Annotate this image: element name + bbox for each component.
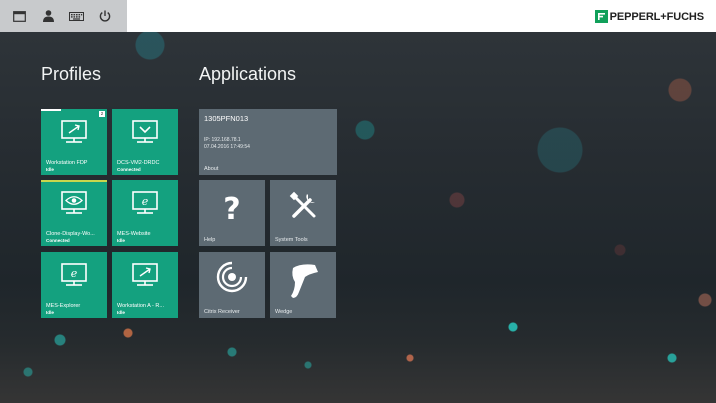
svg-text:e: e	[71, 267, 78, 280]
barcode-scanner-icon	[291, 264, 318, 298]
user-icon	[42, 10, 54, 22]
keyboard-icon	[68, 11, 84, 21]
browser-icon: e	[132, 191, 158, 214]
remote-desktop-icon	[132, 263, 158, 286]
brand-name: PEPPERL+FUCHS	[609, 10, 704, 23]
app-tile-wedge[interactable]: Wedge	[270, 252, 336, 318]
profile-tile-dcs-vm2-drdc[interactable]: DCS-VM2-DRDC Connected	[112, 109, 178, 175]
window-button[interactable]	[9, 6, 29, 26]
app-label: Wedge	[275, 309, 293, 315]
connected-indicator	[41, 180, 107, 182]
profile-status: Connected	[117, 167, 141, 172]
progress-indicator	[41, 109, 61, 111]
question-icon: ?	[223, 192, 240, 224]
app-label: Help	[204, 237, 216, 243]
profile-status: Connected	[46, 238, 70, 243]
remote-desktop-icon	[132, 120, 158, 143]
app-tile-help[interactable]: ? Help	[199, 180, 265, 246]
app-tile-citrix-receiver[interactable]: Citrix Receiver	[199, 252, 265, 318]
profile-tile-clone-display[interactable]: Clone-Display-Wo... Connected	[41, 180, 107, 246]
profile-label: Workstation A - R...	[117, 303, 164, 309]
tools-icon	[289, 191, 316, 218]
profile-status: Idle	[117, 238, 125, 243]
profile-tile-workstation-a[interactable]: Workstation A - R... Idle	[112, 252, 178, 318]
app-tile-system-tools[interactable]: System Tools	[270, 180, 336, 246]
count-badge: 2	[99, 111, 105, 117]
profile-label: DCS-VM2-DRDC	[117, 160, 160, 166]
profile-status: Idle	[46, 310, 54, 315]
brand-logo: PEPPERL+FUCHS	[594, 9, 704, 24]
browser-icon: e	[61, 263, 87, 286]
profile-tile-mes-explorer[interactable]: e MES-Explorer Idle	[41, 252, 107, 318]
header-bar: PEPPERL+FUCHS	[127, 0, 716, 32]
user-button[interactable]	[38, 6, 58, 26]
app-label: System Tools	[275, 237, 308, 243]
power-icon	[99, 10, 111, 22]
applications-heading: Applications	[199, 64, 297, 84]
profile-label: MES-Explorer	[46, 303, 81, 309]
svg-text:e: e	[142, 195, 149, 208]
svg-text:?: ?	[223, 192, 240, 224]
device-hostname: 1305PFN013	[204, 114, 249, 123]
app-label: Citrix Receiver	[204, 309, 240, 315]
about-label: About	[204, 166, 219, 172]
device-ip: IP: 192.168.78.1	[204, 137, 241, 143]
device-datetime: 07.04.2016 17:49:54	[204, 144, 250, 150]
profile-tile-workstation-fdp[interactable]: 2 Workstation FDP Idle	[41, 109, 107, 175]
toolbar	[0, 0, 127, 32]
power-button[interactable]	[95, 6, 115, 26]
brand-mark-icon	[594, 10, 608, 23]
profile-label: Workstation FDP	[46, 160, 88, 166]
eye-display-icon	[61, 191, 87, 214]
profile-status: Idle	[117, 310, 125, 315]
profile-label: Clone-Display-Wo...	[46, 231, 95, 237]
remote-desktop-icon	[61, 120, 87, 143]
profile-tile-mes-website[interactable]: e MES-Website Idle	[112, 180, 178, 246]
keyboard-button[interactable]	[66, 6, 86, 26]
profile-label: MES-Website	[117, 231, 151, 237]
window-icon	[12, 10, 26, 22]
device-info-tile[interactable]: 1305PFN013 IP: 192.168.78.1 07.04.2016 1…	[199, 109, 337, 175]
profiles-heading: Profiles	[41, 64, 102, 84]
profile-status: Idle	[46, 167, 54, 172]
citrix-icon	[216, 261, 248, 293]
